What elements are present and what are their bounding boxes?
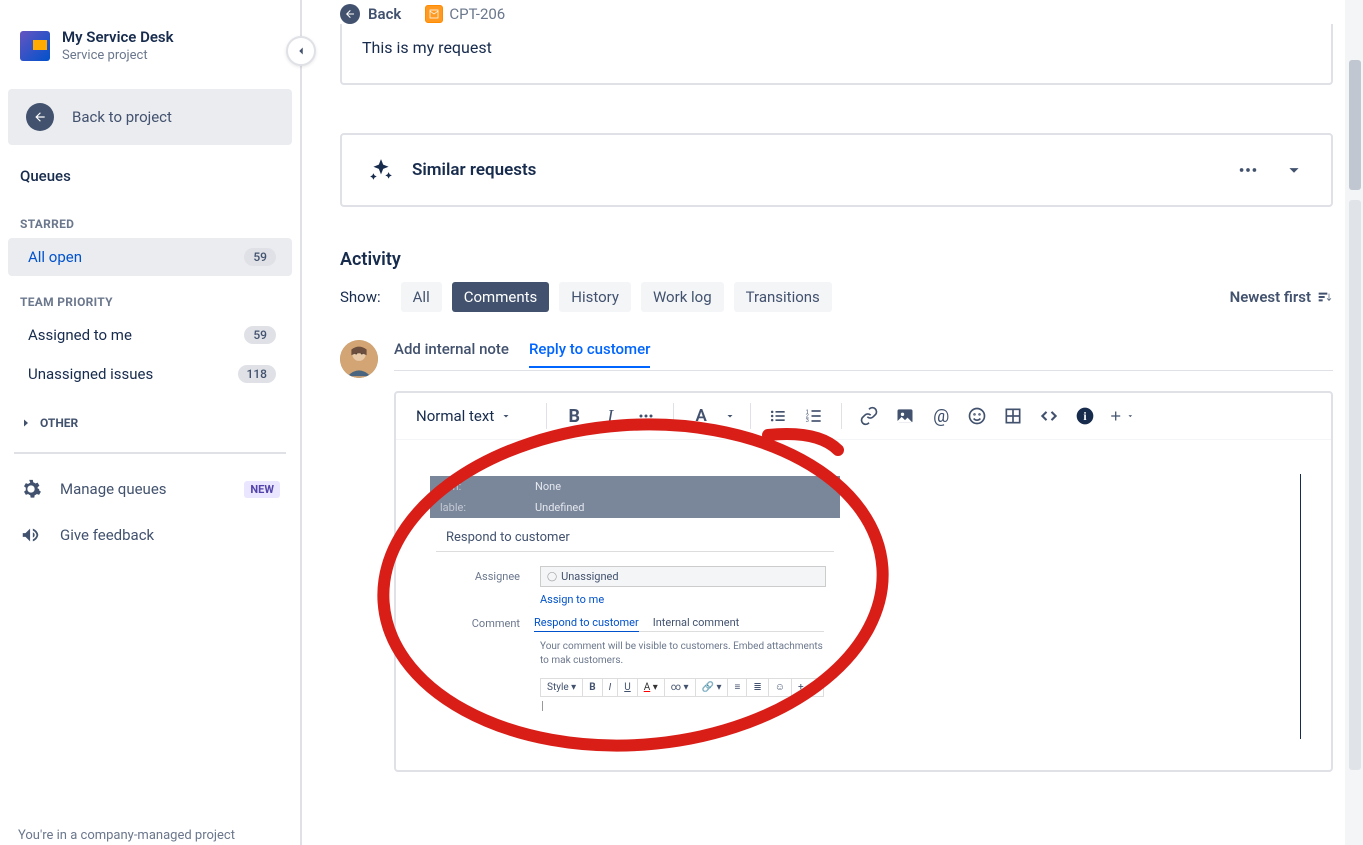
similar-requests-panel[interactable]: Similar requests — [340, 133, 1333, 207]
scrollbar-thumb[interactable] — [1349, 60, 1361, 190]
editor-content-area[interactable]: tion:None lable:Undefined Respond to cus… — [396, 440, 1331, 770]
sparkle-icon — [368, 157, 394, 183]
sidebar-item-unassigned[interactable]: Unassigned issues 118 — [8, 355, 292, 393]
chevron-down-icon — [500, 410, 512, 422]
breadcrumb-row: Back CPT-206 — [340, 0, 1333, 24]
arrow-left-icon — [340, 4, 360, 24]
back-to-project-label: Back to project — [72, 108, 172, 126]
sort-label: Newest first — [1230, 288, 1311, 306]
issue-key-link[interactable]: CPT-206 — [425, 5, 505, 23]
new-badge: NEW — [244, 481, 280, 498]
sidebar-item-all-open[interactable]: All open 59 — [8, 238, 292, 276]
email-request-icon — [425, 5, 443, 23]
chevron-down-icon[interactable] — [1283, 159, 1305, 181]
project-subtitle: Service project — [62, 48, 174, 63]
count-badge: 59 — [244, 326, 276, 344]
queues-link[interactable]: Queues — [0, 157, 300, 199]
other-section-label: OTHER — [40, 416, 78, 430]
bullet-list-button[interactable] — [765, 403, 791, 429]
italic-button[interactable]: I — [597, 403, 623, 429]
embedded-screenshot: tion:None lable:Undefined Respond to cus… — [430, 476, 840, 711]
editor-toolbar: Normal text B I A — [396, 393, 1331, 440]
more-formatting-button[interactable] — [633, 403, 659, 429]
description-box: This is my request — [340, 24, 1333, 85]
footer-text: You're in a company-managed project — [18, 828, 235, 845]
project-title: My Service Desk — [62, 28, 174, 46]
more-icon[interactable] — [1237, 159, 1259, 181]
description-text: This is my request — [362, 38, 492, 57]
issue-key-label: CPT-206 — [449, 5, 505, 23]
numbered-list-button[interactable]: 123 — [801, 403, 827, 429]
similar-requests-label: Similar requests — [412, 160, 536, 180]
sidebar-item-label: Unassigned issues — [28, 365, 153, 383]
count-badge: 59 — [244, 248, 276, 266]
manage-queues-button[interactable]: Manage queues NEW — [0, 466, 300, 512]
other-section-toggle[interactable]: OTHER — [0, 394, 300, 440]
tab-comments[interactable]: Comments — [452, 282, 550, 312]
activity-heading: Activity — [340, 249, 1333, 270]
sidebar-collapse-button[interactable] — [286, 36, 316, 66]
link-button[interactable] — [856, 403, 882, 429]
give-feedback-button[interactable]: Give feedback — [0, 512, 300, 558]
add-button[interactable] — [1108, 403, 1134, 429]
tab-add-internal-note[interactable]: Add internal note — [394, 340, 509, 368]
table-button[interactable] — [1000, 403, 1026, 429]
chevron-right-icon — [20, 417, 32, 429]
mention-button[interactable]: @ — [928, 403, 954, 429]
tab-reply-to-customer[interactable]: Reply to customer — [529, 340, 651, 368]
give-feedback-label: Give feedback — [60, 526, 154, 544]
show-label: Show: — [340, 288, 381, 306]
info-button[interactable]: i — [1072, 403, 1098, 429]
tab-history[interactable]: History — [559, 282, 631, 312]
bold-button[interactable]: B — [561, 403, 587, 429]
sidebar-item-assigned-to-me[interactable]: Assigned to me 59 — [8, 316, 292, 354]
project-icon — [20, 31, 50, 61]
arrow-left-icon — [26, 103, 54, 131]
tab-worklog[interactable]: Work log — [641, 282, 724, 312]
image-button[interactable] — [892, 403, 918, 429]
text-style-dropdown[interactable]: Normal text — [416, 407, 532, 425]
back-button[interactable]: Back — [340, 4, 401, 24]
sidebar: My Service Desk Service project Back to … — [0, 0, 302, 845]
tab-transitions[interactable]: Transitions — [734, 282, 832, 312]
main-content: Back CPT-206 This is my request Similar … — [302, 0, 1333, 845]
team-priority-section-label: TEAM PRIORITY — [0, 277, 300, 315]
count-badge: 118 — [238, 365, 276, 383]
chevron-down-icon[interactable] — [724, 410, 736, 422]
sidebar-item-label: Assigned to me — [28, 326, 132, 344]
chevron-left-icon — [294, 44, 308, 58]
comment-editor[interactable]: Normal text B I A — [394, 391, 1333, 772]
scrollbar[interactable] — [1345, 0, 1363, 845]
svg-text:3: 3 — [806, 418, 809, 424]
manage-queues-label: Manage queues — [60, 480, 226, 498]
megaphone-icon — [20, 524, 42, 546]
scrollbar-track-segment — [1349, 200, 1361, 770]
starred-section-label: STARRED — [0, 199, 300, 237]
activity-filter-tabs: Show: All Comments History Work log Tran… — [340, 282, 832, 312]
user-avatar — [340, 340, 378, 378]
emoji-button[interactable] — [964, 403, 990, 429]
back-to-project-button[interactable]: Back to project — [8, 89, 292, 145]
text-style-label: Normal text — [416, 407, 494, 425]
code-button[interactable] — [1036, 403, 1062, 429]
sidebar-item-label: All open — [28, 248, 82, 266]
divider — [14, 452, 286, 454]
text-cursor — [1300, 474, 1301, 739]
sort-button[interactable]: Newest first — [1230, 288, 1333, 306]
back-label: Back — [368, 5, 401, 23]
text-color-button[interactable]: A — [688, 403, 714, 429]
gear-icon — [20, 478, 42, 500]
sort-icon — [1317, 289, 1333, 305]
tab-all[interactable]: All — [401, 282, 442, 312]
project-header[interactable]: My Service Desk Service project — [0, 0, 300, 79]
